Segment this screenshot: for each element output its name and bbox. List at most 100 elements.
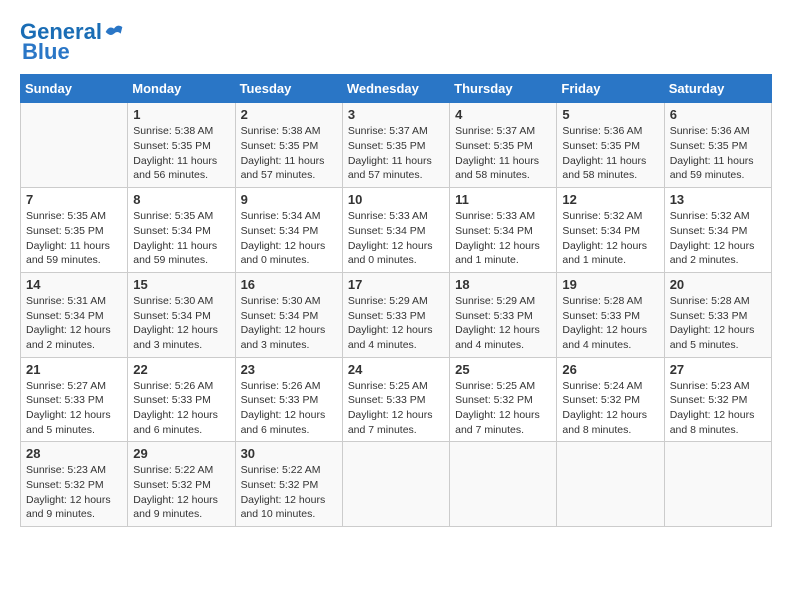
calendar-day-cell: 16 Sunrise: 5:30 AM Sunset: 5:34 PM Dayli… [235,272,342,357]
day-number: 25 [455,362,551,377]
day-info: Sunrise: 5:38 AM Sunset: 5:35 PM Dayligh… [241,124,337,183]
day-info: Sunrise: 5:22 AM Sunset: 5:32 PM Dayligh… [241,463,337,522]
calendar-week-row: 14 Sunrise: 5:31 AM Sunset: 5:34 PM Dayli… [21,272,772,357]
day-info: Sunrise: 5:37 AM Sunset: 5:35 PM Dayligh… [455,124,551,183]
day-number: 15 [133,277,229,292]
day-info: Sunrise: 5:24 AM Sunset: 5:32 PM Dayligh… [562,379,658,438]
calendar-day-cell: 26Sunrise: 5:24 AM Sunset: 5:32 PM Dayli… [557,357,664,442]
calendar-day-cell: 14 Sunrise: 5:31 AM Sunset: 5:34 PM Dayli… [21,272,128,357]
calendar-header-cell: Thursday [450,75,557,103]
day-info: Sunrise: 5:37 AM Sunset: 5:35 PM Dayligh… [348,124,444,183]
calendar-header-cell: Monday [128,75,235,103]
day-info: Sunrise: 5:32 AM Sunset: 5:34 PM Dayligh… [562,209,658,268]
calendar-week-row: 28Sunrise: 5:23 AM Sunset: 5:32 PM Dayli… [21,442,772,527]
day-number: 1 [133,107,229,122]
calendar-day-cell: 25 Sunrise: 5:25 AM Sunset: 5:32 PM Dayli… [450,357,557,442]
day-number: 19 [562,277,658,292]
day-number: 21 [26,362,122,377]
day-number: 29 [133,446,229,461]
day-info: Sunrise: 5:29 AM Sunset: 5:33 PM Dayligh… [348,294,444,353]
calendar-table: SundayMondayTuesdayWednesdayThursdayFrid… [20,74,772,527]
day-info: Sunrise: 5:26 AM Sunset: 5:33 PM Dayligh… [133,379,229,438]
day-number: 18 [455,277,551,292]
day-info: Sunrise: 5:25 AM Sunset: 5:33 PM Dayligh… [348,379,444,438]
calendar-day-cell: 29 Sunrise: 5:22 AM Sunset: 5:32 PM Dayli… [128,442,235,527]
calendar-week-row: 1 Sunrise: 5:38 AM Sunset: 5:35 PM Daylig… [21,103,772,188]
calendar-day-cell: 9 Sunrise: 5:34 AM Sunset: 5:34 PM Daylig… [235,188,342,273]
day-number: 28 [26,446,122,461]
logo-text-blue: Blue [22,39,70,64]
day-number: 20 [670,277,766,292]
day-number: 17 [348,277,444,292]
calendar-day-cell: 23 Sunrise: 5:26 AM Sunset: 5:33 PM Dayli… [235,357,342,442]
day-number: 14 [26,277,122,292]
day-number: 6 [670,107,766,122]
page-header: General Blue [20,20,772,64]
calendar-header-cell: Sunday [21,75,128,103]
day-number: 8 [133,192,229,207]
day-number: 22 [133,362,229,377]
calendar-week-row: 21Sunrise: 5:27 AM Sunset: 5:33 PM Dayli… [21,357,772,442]
day-number: 24 [348,362,444,377]
calendar-day-cell: 7 Sunrise: 5:35 AM Sunset: 5:35 PM Daylig… [21,188,128,273]
day-number: 10 [348,192,444,207]
calendar-header-cell: Saturday [664,75,771,103]
calendar-day-cell: 21Sunrise: 5:27 AM Sunset: 5:33 PM Dayli… [21,357,128,442]
day-info: Sunrise: 5:31 AM Sunset: 5:34 PM Dayligh… [26,294,122,353]
calendar-day-cell: 22 Sunrise: 5:26 AM Sunset: 5:33 PM Dayli… [128,357,235,442]
calendar-day-cell: 8 Sunrise: 5:35 AM Sunset: 5:34 PM Daylig… [128,188,235,273]
day-number: 16 [241,277,337,292]
day-info: Sunrise: 5:25 AM Sunset: 5:32 PM Dayligh… [455,379,551,438]
calendar-day-cell: 24 Sunrise: 5:25 AM Sunset: 5:33 PM Dayli… [342,357,449,442]
day-info: Sunrise: 5:28 AM Sunset: 5:33 PM Dayligh… [670,294,766,353]
calendar-day-cell: 11 Sunrise: 5:33 AM Sunset: 5:34 PM Dayli… [450,188,557,273]
calendar-day-cell: 10 Sunrise: 5:33 AM Sunset: 5:34 PM Dayli… [342,188,449,273]
day-info: Sunrise: 5:35 AM Sunset: 5:34 PM Dayligh… [133,209,229,268]
logo: General Blue [20,20,124,64]
calendar-day-cell: 27 Sunrise: 5:23 AM Sunset: 5:32 PM Dayli… [664,357,771,442]
calendar-header-cell: Tuesday [235,75,342,103]
calendar-day-cell: 13 Sunrise: 5:32 AM Sunset: 5:34 PM Dayli… [664,188,771,273]
day-number: 3 [348,107,444,122]
calendar-day-cell: 3 Sunrise: 5:37 AM Sunset: 5:35 PM Daylig… [342,103,449,188]
day-info: Sunrise: 5:23 AM Sunset: 5:32 PM Dayligh… [670,379,766,438]
calendar-day-cell: 20 Sunrise: 5:28 AM Sunset: 5:33 PM Dayli… [664,272,771,357]
calendar-day-cell [450,442,557,527]
calendar-day-cell: 6 Sunrise: 5:36 AM Sunset: 5:35 PM Daylig… [664,103,771,188]
calendar-day-cell: 30Sunrise: 5:22 AM Sunset: 5:32 PM Dayli… [235,442,342,527]
calendar-day-cell: 19 Sunrise: 5:28 AM Sunset: 5:33 PM Dayli… [557,272,664,357]
day-number: 27 [670,362,766,377]
day-info: Sunrise: 5:33 AM Sunset: 5:34 PM Dayligh… [348,209,444,268]
day-info: Sunrise: 5:32 AM Sunset: 5:34 PM Dayligh… [670,209,766,268]
day-number: 11 [455,192,551,207]
day-number: 4 [455,107,551,122]
day-info: Sunrise: 5:26 AM Sunset: 5:33 PM Dayligh… [241,379,337,438]
day-info: Sunrise: 5:30 AM Sunset: 5:34 PM Dayligh… [241,294,337,353]
day-number: 12 [562,192,658,207]
day-number: 13 [670,192,766,207]
calendar-day-cell: 28Sunrise: 5:23 AM Sunset: 5:32 PM Dayli… [21,442,128,527]
calendar-day-cell [557,442,664,527]
calendar-day-cell: 4 Sunrise: 5:37 AM Sunset: 5:35 PM Daylig… [450,103,557,188]
day-info: Sunrise: 5:22 AM Sunset: 5:32 PM Dayligh… [133,463,229,522]
day-info: Sunrise: 5:29 AM Sunset: 5:33 PM Dayligh… [455,294,551,353]
calendar-day-cell: 18 Sunrise: 5:29 AM Sunset: 5:33 PM Dayli… [450,272,557,357]
day-info: Sunrise: 5:34 AM Sunset: 5:34 PM Dayligh… [241,209,337,268]
day-info: Sunrise: 5:28 AM Sunset: 5:33 PM Dayligh… [562,294,658,353]
day-number: 9 [241,192,337,207]
day-number: 7 [26,192,122,207]
calendar-day-cell: 15 Sunrise: 5:30 AM Sunset: 5:34 PM Dayli… [128,272,235,357]
day-info: Sunrise: 5:36 AM Sunset: 5:35 PM Dayligh… [670,124,766,183]
calendar-day-cell: 1Sunrise: 5:38 AM Sunset: 5:35 PM Daylig… [128,103,235,188]
day-number: 5 [562,107,658,122]
day-number: 2 [241,107,337,122]
day-info: Sunrise: 5:30 AM Sunset: 5:34 PM Dayligh… [133,294,229,353]
calendar-header-cell: Friday [557,75,664,103]
calendar-header-cell: Wednesday [342,75,449,103]
calendar-day-cell [342,442,449,527]
calendar-week-row: 7 Sunrise: 5:35 AM Sunset: 5:35 PM Daylig… [21,188,772,273]
day-info: Sunrise: 5:33 AM Sunset: 5:34 PM Dayligh… [455,209,551,268]
calendar-body: 1 Sunrise: 5:38 AM Sunset: 5:35 PM Daylig… [21,103,772,527]
day-info: Sunrise: 5:35 AM Sunset: 5:35 PM Dayligh… [26,209,122,268]
day-number: 23 [241,362,337,377]
